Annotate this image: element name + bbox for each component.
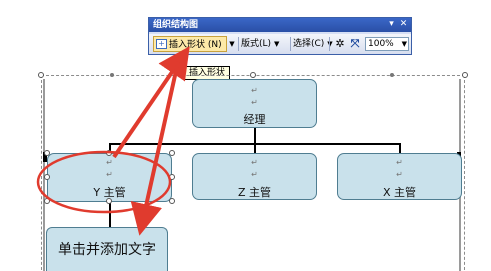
selection-handle[interactable] xyxy=(44,174,50,180)
org-box-label: 经理 xyxy=(243,113,266,126)
org-box-x[interactable]: ↵ ↵ X 主管 xyxy=(337,153,462,200)
org-box-label: Z 主管 xyxy=(237,186,272,199)
zoom-select[interactable]: 100% ▼ xyxy=(365,37,409,51)
paragraph-mark: ↵ xyxy=(251,158,258,167)
toolbar-separator xyxy=(238,37,239,51)
zoom-dropdown-icon: ▼ xyxy=(401,40,407,48)
layout-button[interactable]: 版式(L) ▼ xyxy=(241,36,279,52)
paragraph-mark: ↵ xyxy=(396,170,403,179)
insert-shape-dropdown-icon[interactable]: ▼ xyxy=(228,36,236,52)
canvas-handle-top-left[interactable] xyxy=(38,72,44,78)
toolbar-title-bar[interactable]: 组织结构图 ▾ ✕ xyxy=(149,18,411,32)
paragraph-mark: ↵ xyxy=(251,86,258,95)
org-box-y[interactable]: ↵ ↵ Y 主管 xyxy=(47,153,172,202)
org-box-new[interactable]: 单击并添加文字 xyxy=(46,227,168,271)
zoom-value: 100% xyxy=(368,39,394,49)
selection-handle[interactable] xyxy=(169,174,175,180)
canvas-handle-top-center[interactable] xyxy=(250,72,256,78)
paragraph-mark: ↵ xyxy=(396,158,403,167)
selection-handle[interactable] xyxy=(106,150,112,156)
select-label: 选择 xyxy=(293,39,312,49)
org-box-label: X 主管 xyxy=(382,186,417,199)
insert-shape-key: (N) xyxy=(207,40,222,50)
canvas-edge-dot xyxy=(110,73,114,77)
toolbar-separator xyxy=(329,37,330,51)
close-icon[interactable]: ✕ xyxy=(398,19,409,30)
org-box-placeholder: 单击并添加文字 xyxy=(58,242,156,258)
insert-shape-icon: + xyxy=(156,39,167,49)
org-box-z[interactable]: ↵ ↵ Z 主管 xyxy=(192,153,317,200)
canvas-edge-dot xyxy=(390,73,394,77)
paragraph-mark: ↵ xyxy=(251,170,258,179)
selection-handle[interactable] xyxy=(169,150,175,156)
selection-handle[interactable] xyxy=(169,198,175,204)
toolbar-title: 组织结构图 xyxy=(153,20,199,30)
layout-dropdown-icon: ▼ xyxy=(273,40,280,48)
org-box-manager[interactable]: ↵ ↵ 经理 xyxy=(192,79,317,128)
autoformat-icon[interactable]: ✲ xyxy=(333,37,347,51)
paragraph-mark: ↵ xyxy=(106,170,113,179)
select-key: (C) xyxy=(311,39,325,49)
dropdown-icon[interactable]: ▾ xyxy=(386,19,397,30)
selection-handle[interactable] xyxy=(44,198,50,204)
connector-to-new-box xyxy=(109,200,111,228)
fit-text-icon[interactable]: ⤧ xyxy=(348,37,362,51)
insert-shape-label: 插入形状 xyxy=(169,40,206,50)
connector-vertical-top xyxy=(254,128,256,144)
insert-shape-button[interactable]: + 插入形状 (N) xyxy=(153,36,227,52)
org-chart-toolbar: 组织结构图 ▾ ✕ + 插入形状 (N) ▼ 版式(L) ▼ 选择(C) ▼ ✲… xyxy=(148,17,412,55)
layout-label: 版式 xyxy=(241,39,260,49)
select-button[interactable]: 选择(C) ▼ xyxy=(293,36,333,52)
layout-key: (L) xyxy=(259,39,272,49)
selection-handle[interactable] xyxy=(44,150,50,156)
toolbar-separator xyxy=(290,37,291,51)
paragraph-mark: ↵ xyxy=(106,158,113,167)
selection-handle[interactable] xyxy=(106,198,112,204)
toolbar-buttons-row: + 插入形状 (N) ▼ 版式(L) ▼ 选择(C) ▼ ✲ ⤧ 100% ▼ xyxy=(149,34,411,54)
paragraph-mark: ↵ xyxy=(251,98,258,107)
canvas-handle-top-right[interactable] xyxy=(462,72,468,78)
